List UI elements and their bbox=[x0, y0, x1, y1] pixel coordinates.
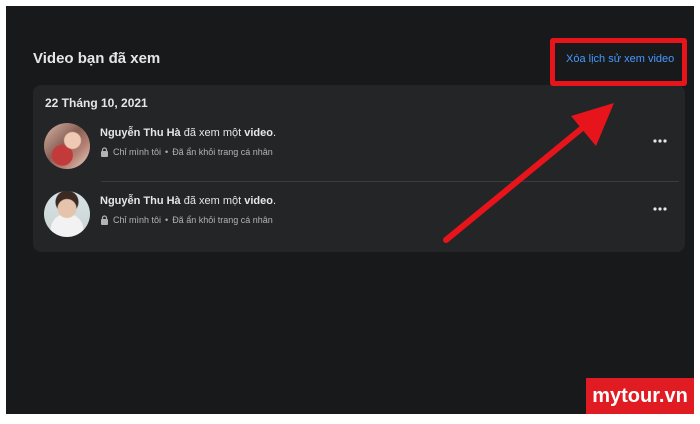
meta-separator: • bbox=[165, 215, 169, 225]
meta-separator: • bbox=[165, 147, 169, 157]
history-item-meta: Chỉ mình tôi • Đã ẩn khỏi trang cá nhân bbox=[100, 147, 273, 157]
privacy-label: Chỉ mình tôi bbox=[113, 215, 162, 225]
privacy-label: Chỉ mình tôi bbox=[113, 147, 162, 157]
lock-icon bbox=[101, 215, 108, 225]
status-label: Đã ẩn khỏi trang cá nhân bbox=[172, 147, 273, 157]
action-text: đã xem một bbox=[180, 195, 245, 207]
avatar[interactable] bbox=[44, 191, 90, 237]
history-item-text: Nguyễn Thu Hà đã xem một video. bbox=[100, 127, 276, 139]
history-date: 22 Tháng 10, 2021 bbox=[45, 96, 148, 110]
video-link[interactable]: video bbox=[244, 195, 273, 207]
highlight-box bbox=[550, 38, 687, 86]
avatar[interactable] bbox=[44, 123, 90, 169]
action-suffix: . bbox=[272, 127, 277, 139]
more-icon bbox=[653, 139, 667, 143]
page-title: Video bạn đã xem bbox=[33, 50, 161, 67]
more-options-button[interactable] bbox=[649, 130, 671, 152]
history-item[interactable]: Nguyễn Thu Hà đã xem một video. Chỉ mình… bbox=[33, 117, 685, 181]
action-text: đã xem một bbox=[180, 127, 245, 139]
video-link[interactable]: video bbox=[244, 127, 273, 139]
more-options-button[interactable] bbox=[649, 198, 671, 220]
divider bbox=[101, 181, 679, 182]
lock-icon bbox=[101, 147, 108, 157]
history-card: 22 Tháng 10, 2021 Nguyễn Thu Hà đã xem m… bbox=[33, 85, 685, 252]
history-item[interactable]: Nguyễn Thu Hà đã xem một video. Chỉ mình… bbox=[33, 185, 685, 249]
user-name[interactable]: Nguyễn Thu Hà bbox=[100, 127, 181, 139]
history-item-text: Nguyễn Thu Hà đã xem một video. bbox=[100, 195, 276, 207]
watermark-logo: mytour.vn bbox=[586, 378, 694, 414]
history-item-meta: Chỉ mình tôi • Đã ẩn khỏi trang cá nhân bbox=[100, 215, 273, 225]
action-suffix: . bbox=[272, 195, 277, 207]
more-icon bbox=[653, 207, 667, 211]
status-label: Đã ẩn khỏi trang cá nhân bbox=[172, 215, 273, 225]
user-name[interactable]: Nguyễn Thu Hà bbox=[100, 195, 181, 207]
